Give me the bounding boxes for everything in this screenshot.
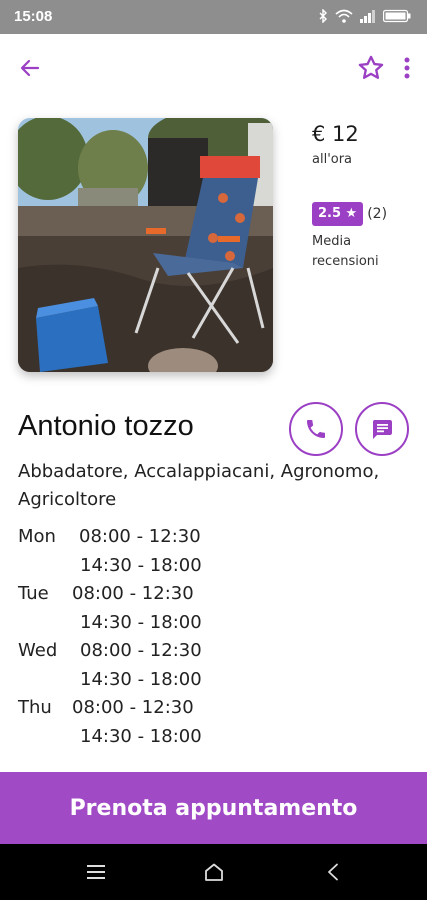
star-outline-icon (358, 55, 384, 79)
home-button[interactable] (199, 858, 229, 886)
schedule-slot: 08:00 - 12:30 (72, 583, 194, 604)
battery-icon (383, 9, 411, 23)
recent-apps-button[interactable] (81, 858, 111, 886)
schedule-day: Tue (18, 583, 49, 604)
schedule-row: Tue 08:00 - 12:30 (18, 580, 278, 609)
schedule-slot: 08:00 - 12:30 (79, 526, 201, 547)
more-options-button[interactable] (394, 50, 420, 86)
rating-row[interactable]: 2.5 ★ (2) (312, 202, 387, 226)
schedule-row: 14:30 - 18:00 (18, 609, 278, 638)
message-button[interactable] (355, 402, 409, 456)
bluetooth-icon (318, 9, 328, 23)
app-bar (0, 34, 427, 100)
schedule-row: 14:30 - 18:00 (18, 723, 278, 752)
recent-apps-icon (87, 865, 105, 879)
rating-caption: Media recensioni (312, 234, 379, 269)
schedule-slot: 14:30 - 18:00 (80, 668, 202, 690)
back-nav-button[interactable] (318, 858, 348, 886)
schedule-row: Thu 08:00 - 12:30 (18, 694, 278, 723)
arrow-back-icon (20, 59, 40, 77)
schedule-day: Wed (18, 640, 58, 661)
schedule-slot: 08:00 - 12:30 (72, 697, 194, 718)
schedule-row: 14:30 - 18:00 (18, 666, 278, 695)
schedule-row: Wed 08:00 - 12:30 (18, 637, 278, 666)
profile-name: Antonio tozzo (18, 410, 194, 442)
schedule-day: Thu (18, 697, 52, 718)
categories: Abbadatore, Accalappiacani, Agronomo, Ag… (18, 461, 380, 510)
wifi-icon (335, 9, 353, 23)
chat-icon (373, 420, 392, 439)
book-appointment-button[interactable]: Prenota appuntamento (0, 772, 427, 844)
phone-icon (307, 420, 325, 438)
schedule-row: 14:30 - 18:00 (18, 552, 278, 581)
rating-badge: 2.5 ★ (312, 202, 364, 226)
call-button[interactable] (289, 402, 343, 456)
chevron-left-icon (328, 863, 338, 881)
price: € 12 (312, 122, 359, 146)
rating-count: (2) (367, 206, 388, 222)
profile-photo (18, 118, 273, 372)
back-button[interactable] (12, 50, 48, 86)
home-icon (205, 863, 223, 881)
more-vert-icon (404, 57, 410, 79)
status-icons (318, 9, 411, 23)
price-unit: all'ora (312, 152, 353, 167)
schedule-slot: 08:00 - 12:30 (80, 640, 202, 661)
signal-icon (360, 9, 376, 23)
status-time: 15:08 (14, 8, 53, 25)
schedule-day: Mon (18, 526, 56, 547)
system-nav-bar (0, 844, 427, 900)
favorite-button[interactable] (352, 49, 390, 87)
schedule-slot: 14:30 - 18:00 (80, 554, 202, 576)
schedule-slot: 14:30 - 18:00 (80, 725, 202, 747)
schedule-row: Mon 08:00 - 12:30 (18, 523, 278, 552)
opening-hours: Mon 08:00 - 12:30 14:30 - 18:00 Tue 08:0… (18, 523, 278, 751)
schedule-slot: 14:30 - 18:00 (80, 611, 202, 633)
status-bar: 15:08 (0, 0, 427, 34)
